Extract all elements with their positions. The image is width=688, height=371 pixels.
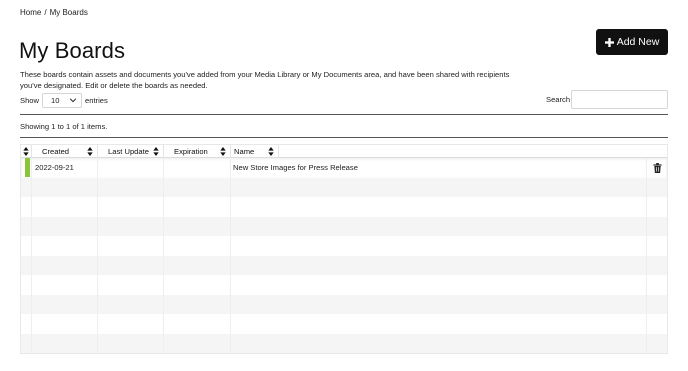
breadcrumb-home-link[interactable]: Home <box>20 8 41 17</box>
page-description: These boards contain assets and document… <box>20 70 510 90</box>
divider-bottom <box>20 137 668 138</box>
table-row[interactable]: 2022-09-21 New Store Images for Press Re… <box>21 158 667 178</box>
divider-top <box>20 114 668 115</box>
column-label-created: Created <box>42 146 70 156</box>
sort-icon <box>23 146 29 156</box>
breadcrumb-current: My Boards <box>49 8 88 17</box>
boards-table: Created Last Update Expiration Name 2022… <box>20 144 668 354</box>
column-header-last-update[interactable]: Last Update <box>98 144 164 158</box>
column-header-spacer <box>279 145 667 158</box>
empty-row <box>21 314 667 334</box>
empty-row <box>21 216 667 236</box>
column-label-last-update: Last Update <box>108 146 149 156</box>
column-label-expiration: Expiration <box>174 146 208 156</box>
length-menu: Show 10 entries <box>20 92 108 108</box>
sort-icon <box>220 146 226 156</box>
empty-row <box>21 275 667 295</box>
search-input[interactable] <box>571 90 668 109</box>
length-suffix: entries <box>85 95 108 105</box>
status-cell <box>21 158 32 178</box>
add-new-label: Add New <box>616 36 660 48</box>
expiration-cell <box>164 158 231 178</box>
column-header-created[interactable]: Created <box>32 144 98 158</box>
empty-row <box>21 294 667 314</box>
sort-icon <box>153 146 159 156</box>
search-label: Search <box>546 95 571 104</box>
empty-row <box>21 255 667 275</box>
empty-row <box>21 333 667 353</box>
empty-row <box>21 177 667 197</box>
last-update-cell <box>98 158 164 178</box>
empty-row <box>21 236 667 256</box>
entries-select-value: 10 <box>51 95 60 105</box>
status-column-header[interactable] <box>21 144 32 158</box>
table-header: Created Last Update Expiration Name <box>21 144 667 158</box>
delete-cell <box>647 158 667 178</box>
table-body: 2022-09-21 New Store Images for Press Re… <box>21 158 667 353</box>
page-title: My Boards <box>19 38 126 63</box>
chevron-down-icon <box>69 98 77 103</box>
trash-icon[interactable] <box>652 162 662 173</box>
entries-select[interactable]: 10 <box>42 92 82 108</box>
sort-icon <box>87 146 93 156</box>
length-prefix: Show <box>20 95 39 105</box>
name-cell[interactable]: New Store Images for Press Release <box>231 158 647 178</box>
breadcrumb: Home / My Boards <box>20 8 88 17</box>
sort-icon <box>268 146 274 156</box>
add-new-button[interactable]: Add New <box>596 29 668 55</box>
column-label-name: Name <box>234 146 255 156</box>
status-indicator <box>24 158 30 178</box>
column-header-expiration[interactable]: Expiration <box>164 144 231 158</box>
table-info: Showing 1 to 1 of 1 items. <box>20 122 108 131</box>
created-cell: 2022-09-21 <box>32 158 98 178</box>
column-header-name[interactable]: Name <box>231 144 279 158</box>
empty-row <box>21 197 667 217</box>
plus-icon <box>604 37 614 47</box>
breadcrumb-separator: / <box>44 8 47 17</box>
